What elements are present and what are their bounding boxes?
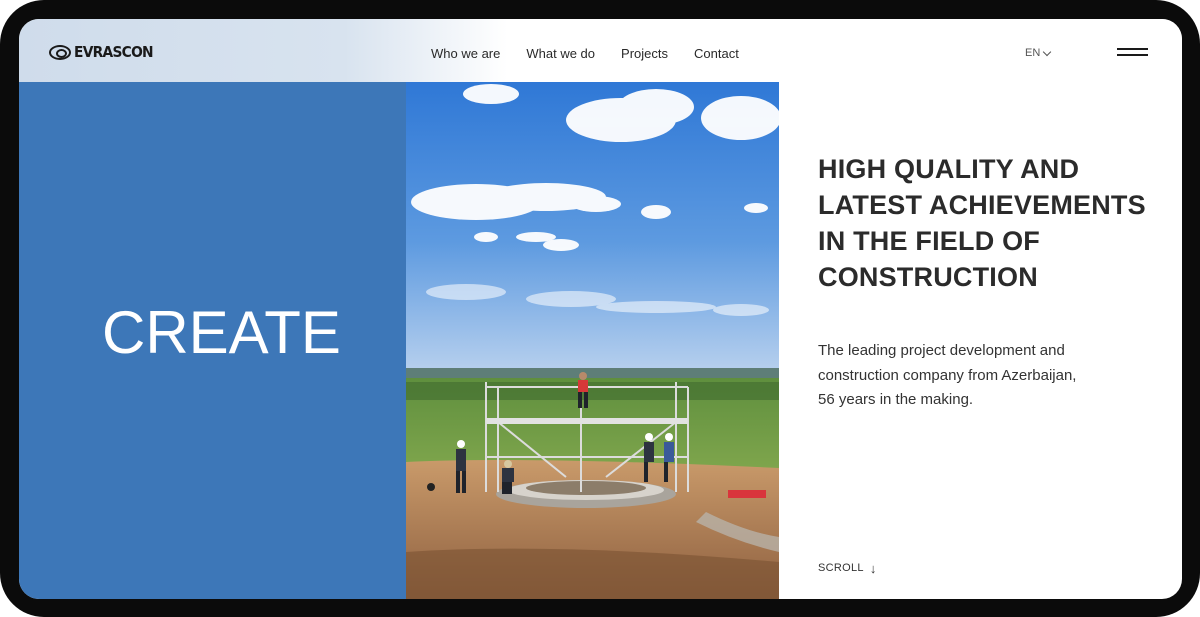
headline-line: IN THE FIELD OF [818, 226, 1040, 256]
nav-item-contact[interactable]: Contact [694, 46, 739, 61]
screen: EVRASCON Who we are What we do Projects … [19, 19, 1182, 599]
main-nav: Who we are What we do Projects Contact [431, 46, 739, 61]
description-line: 56 years in the making. [818, 391, 974, 408]
hero-word: CREATE [102, 299, 341, 366]
nav-item-projects[interactable]: Projects [621, 46, 668, 61]
chevron-down-icon [1043, 47, 1052, 56]
menu-button[interactable] [1117, 47, 1149, 59]
nav-item-what-we-do[interactable]: What we do [526, 46, 595, 61]
header: EVRASCON Who we are What we do Projects … [19, 19, 1182, 82]
logo-text: EVRASCON [74, 43, 154, 61]
hero-photo [406, 82, 779, 599]
headline-line: HIGH QUALITY AND [818, 154, 1080, 184]
logo-icon [49, 44, 71, 60]
language-selector[interactable]: EN [1025, 47, 1052, 59]
scroll-link[interactable]: SCROLL ↓ [818, 560, 877, 576]
device-frame: EVRASCON Who we are What we do Projects … [0, 0, 1200, 617]
arrow-down-icon: ↓ [869, 560, 877, 576]
description-line: construction company from Azerbaijan, [818, 366, 1077, 384]
language-label: EN [1025, 47, 1041, 59]
scroll-label: SCROLL [818, 562, 864, 574]
hero-blue-panel: CREATE [19, 82, 406, 599]
headline-line: CONSTRUCTION [818, 262, 1038, 292]
nav-item-who-we-are[interactable]: Who we are [431, 46, 500, 61]
description-line: The leading project development and [818, 342, 1065, 359]
hero-description: The leading project development and cons… [818, 339, 1128, 413]
hero-headline: HIGH QUALITY AND LATEST ACHIEVEMENTS IN … [818, 151, 1168, 295]
headline-line: LATEST ACHIEVEMENTS [818, 190, 1146, 220]
logo[interactable]: EVRASCON [49, 43, 160, 61]
